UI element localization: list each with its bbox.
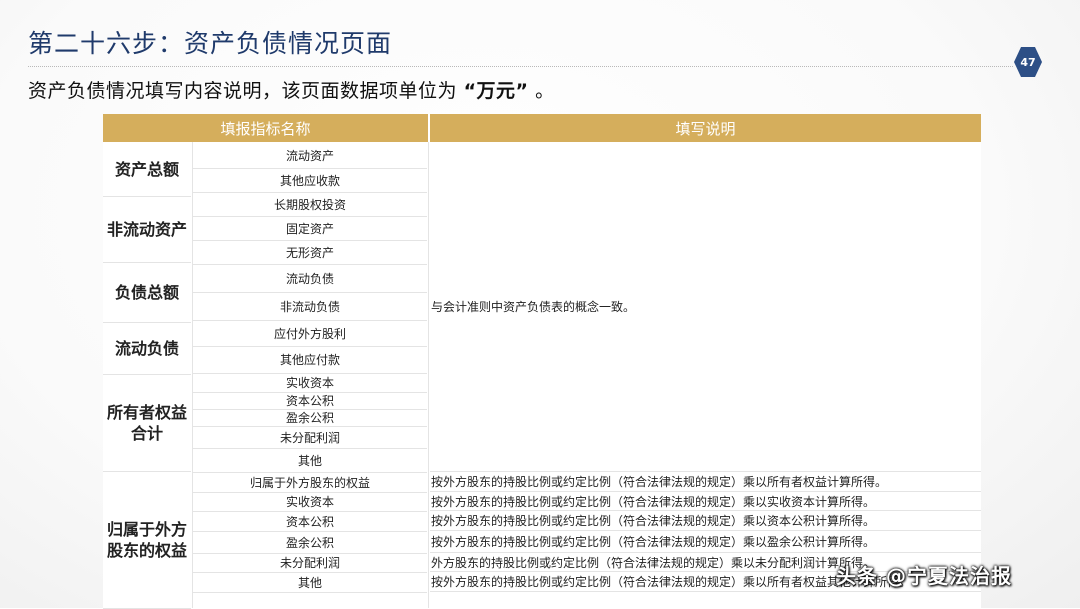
- category-cell: 负债总额: [103, 262, 191, 323]
- item-cell: 未分配利润: [193, 426, 427, 449]
- item-cell: 归属于外方股东的权益: [193, 472, 427, 493]
- item-cell: 长期股权投资: [193, 192, 427, 217]
- subtitle-suffix: 。: [535, 80, 555, 102]
- item-cell: 实收资本: [193, 373, 427, 393]
- title-divider: [28, 66, 1013, 67]
- item-cell: 盈余公积: [193, 409, 427, 427]
- slide-subtitle: 资产负债情况填写内容说明，该页面数据项单位为 “万元” 。: [28, 76, 555, 103]
- category-cell: 非流动资产: [103, 196, 191, 263]
- item-cell: 其他: [193, 572, 427, 593]
- table-header: 填报指标名称 填写说明: [103, 114, 981, 142]
- balance-sheet-table: 填报指标名称 填写说明 资产总额 非流动资产 负债总额 流动负债 所有者权益合计…: [103, 114, 981, 609]
- item-cell: 其他应付款: [193, 346, 427, 374]
- description-cell: 按外方股东的持股比例或约定比例（符合法律法规的规定）乘以盈余公积计算所得。: [430, 531, 981, 553]
- header-description: 填写说明: [430, 114, 981, 142]
- item-cell: 实收资本: [193, 492, 427, 512]
- category-cell: 流动负债: [103, 322, 191, 375]
- item-cell: 流动负债: [193, 264, 427, 293]
- category-cell: 资产总额: [103, 142, 191, 197]
- subtitle-unit: “万元”: [463, 80, 529, 102]
- slide-title: 第二十六步：资产负债情况页面: [28, 29, 393, 58]
- description-cell: 按外方股东的持股比例或约定比例（符合法律法规的规定）乘以资本公积计算所得。: [430, 511, 981, 531]
- subtitle-text: 资产负债情况填写内容说明，该页面数据项单位为: [28, 80, 458, 102]
- description-cell: 按外方股东的持股比例或约定比例（符合法律法规的规定）乘以实收资本计算所得。: [430, 492, 981, 511]
- description-cell: 按外方股东的持股比例或约定比例（符合法律法规的规定）乘以所有者权益计算所得。: [430, 472, 981, 492]
- item-cell: 应付外方股利: [193, 320, 427, 347]
- column-divider: [428, 142, 429, 608]
- item-cell: 资本公积: [193, 511, 427, 532]
- header-indicator-name: 填报指标名称: [103, 114, 428, 142]
- item-cell: 未分配利润: [193, 553, 427, 573]
- item-cell: 资本公积: [193, 392, 427, 410]
- item-cell: 盈余公积: [193, 531, 427, 554]
- item-cell: 流动资产: [193, 142, 427, 169]
- category-cell: 所有者权益合计: [103, 374, 191, 472]
- item-cell: 其他: [193, 448, 427, 473]
- item-cell: 无形资产: [193, 240, 427, 265]
- category-cell: 归属于外方股东的权益: [103, 471, 191, 609]
- item-cell: 其他应收款: [193, 168, 427, 193]
- item-cell: 非流动负债: [193, 292, 427, 321]
- source-watermark: 头条 @宁夏法治报: [836, 564, 1012, 588]
- item-cell: 固定资产: [193, 216, 427, 241]
- description-cell: 与会计准则中资产负债表的概念一致。: [430, 142, 981, 472]
